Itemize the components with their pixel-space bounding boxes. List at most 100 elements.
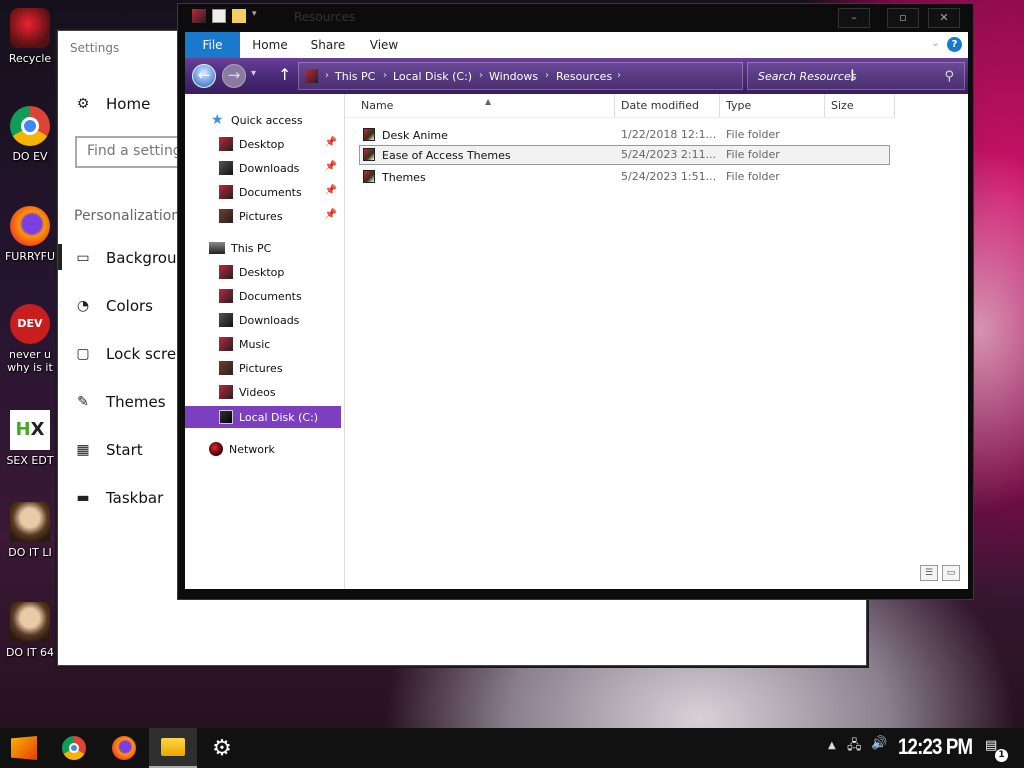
tab-share[interactable]: Share <box>303 32 353 58</box>
tab-view[interactable]: View <box>361 32 407 58</box>
settings-item-themes[interactable]: ✎ Themes <box>74 393 166 411</box>
desktop-icon-label: FURRYFU <box>4 250 56 263</box>
column-header-type[interactable]: Type <box>720 94 825 118</box>
nav-pc-downloads[interactable]: Downloads <box>185 309 341 331</box>
breadcrumb-local-disk[interactable]: Local Disk (C:) <box>393 70 472 83</box>
file-row[interactable]: Ease of Access Themes 5/24/2023 2:11... … <box>359 145 890 165</box>
network-tray-icon[interactable]: 🖧 <box>847 736 862 758</box>
start-button[interactable] <box>0 728 48 768</box>
nav-pc-music[interactable]: Music <box>185 333 341 355</box>
file-name: Desk Anime <box>382 129 448 142</box>
window-title: Resources <box>294 10 356 24</box>
nav-this-pc[interactable]: This PC <box>185 237 341 259</box>
folder-app-icon <box>192 9 206 23</box>
nav-quick-access[interactable]: ★ Quick access <box>185 109 341 131</box>
back-button[interactable]: ← <box>192 64 216 88</box>
up-arrow-icon[interactable]: ↑ <box>278 65 291 84</box>
volume-icon[interactable]: 🔊 <box>871 736 887 751</box>
file-explorer-window: ▾ Resources – ▫ ✕ File Home Share View ⌄… <box>177 3 974 600</box>
nav-pc-videos[interactable]: Videos <box>185 381 341 403</box>
desktop-icon-portrait-2[interactable]: DO IT 64 <box>4 602 56 659</box>
nav-label: Pictures <box>239 361 283 375</box>
dev-cpp-icon: DEV <box>10 304 50 344</box>
breadcrumb-resources[interactable]: Resources <box>556 70 612 83</box>
settings-item-start[interactable]: ▦ Start <box>74 441 142 459</box>
nav-quick-pictures[interactable]: Pictures 📌 <box>185 205 341 227</box>
file-row[interactable]: Desk Anime 1/22/2018 12:1... File folder <box>359 125 890 145</box>
pin-icon[interactable]: 📌 <box>325 185 337 196</box>
file-name-cell: Desk Anime <box>363 128 448 142</box>
file-name: Themes <box>382 171 426 184</box>
nav-pc-pictures[interactable]: Pictures <box>185 357 341 379</box>
lock-screen-icon: ▢ <box>76 346 90 362</box>
nav-quick-downloads[interactable]: Downloads 📌 <box>185 157 341 179</box>
address-bar[interactable]: › This PC › Local Disk (C:) › Windows › … <box>298 62 743 90</box>
forward-button[interactable]: → <box>222 64 246 88</box>
desktop-icon-recycle[interactable]: Recycle <box>4 8 56 65</box>
properties-icon[interactable] <box>212 9 226 23</box>
desktop-icon-label: SEX EDT <box>6 454 54 467</box>
details-view-icon[interactable]: ☰ <box>920 565 938 581</box>
tab-file[interactable]: File <box>185 32 240 58</box>
maximize-button[interactable]: ▫ <box>887 8 919 28</box>
search-icon[interactable]: ⚲ <box>944 69 954 84</box>
file-explorer-icon <box>161 738 185 756</box>
taskbar-chrome[interactable] <box>50 728 98 768</box>
close-button[interactable]: ✕ <box>928 8 960 28</box>
pin-icon[interactable]: 📌 <box>325 137 337 148</box>
nav-label: Network <box>229 442 275 456</box>
desktop-icon-hex[interactable]: HX SEX EDT <box>4 410 56 467</box>
large-icons-view-icon[interactable]: ▭ <box>942 565 960 581</box>
taskbar-settings[interactable]: ⚙ <box>198 728 246 768</box>
breadcrumb-separator[interactable]: › <box>325 70 329 81</box>
chrome-icon <box>62 736 86 760</box>
breadcrumb-separator[interactable]: › <box>545 70 549 81</box>
pin-icon[interactable]: 📌 <box>325 161 337 172</box>
qat-dropdown-icon[interactable]: ▾ <box>252 9 262 23</box>
nav-label: Downloads <box>239 161 300 175</box>
portrait-shortcut-icon <box>10 602 50 642</box>
nav-quick-desktop[interactable]: Desktop 📌 <box>185 133 341 155</box>
tab-home[interactable]: Home <box>245 32 295 58</box>
pin-icon[interactable]: 📌 <box>325 209 337 220</box>
desktop-icon-portrait-1[interactable]: DO IT LI <box>4 502 56 559</box>
taskbar-firefox[interactable] <box>100 728 148 768</box>
column-header-name[interactable]: Name ▲ <box>345 94 615 118</box>
show-hidden-icons-icon[interactable]: ▲ <box>828 740 836 751</box>
desktop-icon-firefox[interactable]: FURRYFU <box>4 206 56 263</box>
column-header-date-modified[interactable]: Date modified <box>615 94 720 118</box>
title-bar[interactable]: ▾ Resources – ▫ ✕ <box>178 4 973 32</box>
nav-quick-documents[interactable]: Documents 📌 <box>185 181 341 203</box>
settings-item-colors[interactable]: ◔ Colors <box>74 297 153 315</box>
settings-home-button[interactable]: ⚙ Home <box>74 95 151 113</box>
desktop-icon-label: DO EV <box>12 150 48 163</box>
expand-ribbon-icon[interactable]: ⌄ <box>931 36 940 49</box>
desktop-icon-chrome[interactable]: DO EV <box>4 106 56 163</box>
help-icon[interactable]: ? <box>947 37 962 52</box>
settings-item-taskbar[interactable]: ▬ Taskbar <box>74 489 163 507</box>
recent-locations-dropdown-icon[interactable]: ▾ <box>251 68 256 79</box>
navigation-bar: ← → ▾ ↑ › This PC › Local Disk (C:) › Wi… <box>185 58 968 94</box>
search-input[interactable]: Search Resources I ⚲ <box>747 62 965 90</box>
clock[interactable]: 12:23 PM <box>898 734 973 760</box>
nav-pc-documents[interactable]: Documents <box>185 285 341 307</box>
settings-title: Settings <box>70 41 120 55</box>
breadcrumb-this-pc[interactable]: This PC <box>335 70 375 83</box>
breadcrumb-windows[interactable]: Windows <box>489 70 538 83</box>
nav-network[interactable]: Network <box>185 438 341 460</box>
file-row[interactable]: Themes 5/24/2023 1:51... File folder <box>359 167 890 187</box>
recycle-bin-icon <box>10 8 50 48</box>
nav-pc-local-disk[interactable]: Local Disk (C:) <box>185 406 341 428</box>
breadcrumb-separator[interactable]: › <box>479 70 483 81</box>
breadcrumb-separator[interactable]: › <box>383 70 387 81</box>
minimize-button[interactable]: – <box>838 8 870 28</box>
new-folder-icon[interactable] <box>232 9 246 23</box>
taskbar-file-explorer[interactable] <box>149 728 197 768</box>
breadcrumb-separator[interactable]: › <box>617 70 621 81</box>
nav-label: Music <box>239 337 271 351</box>
settings-item-label: Themes <box>106 393 166 411</box>
nav-pc-desktop[interactable]: Desktop <box>185 261 341 283</box>
column-header-size[interactable]: Size <box>825 94 895 118</box>
desktop-icon-dev[interactable]: DEV never u why is it <box>4 304 56 374</box>
notification-badge: 1 <box>995 749 1008 762</box>
